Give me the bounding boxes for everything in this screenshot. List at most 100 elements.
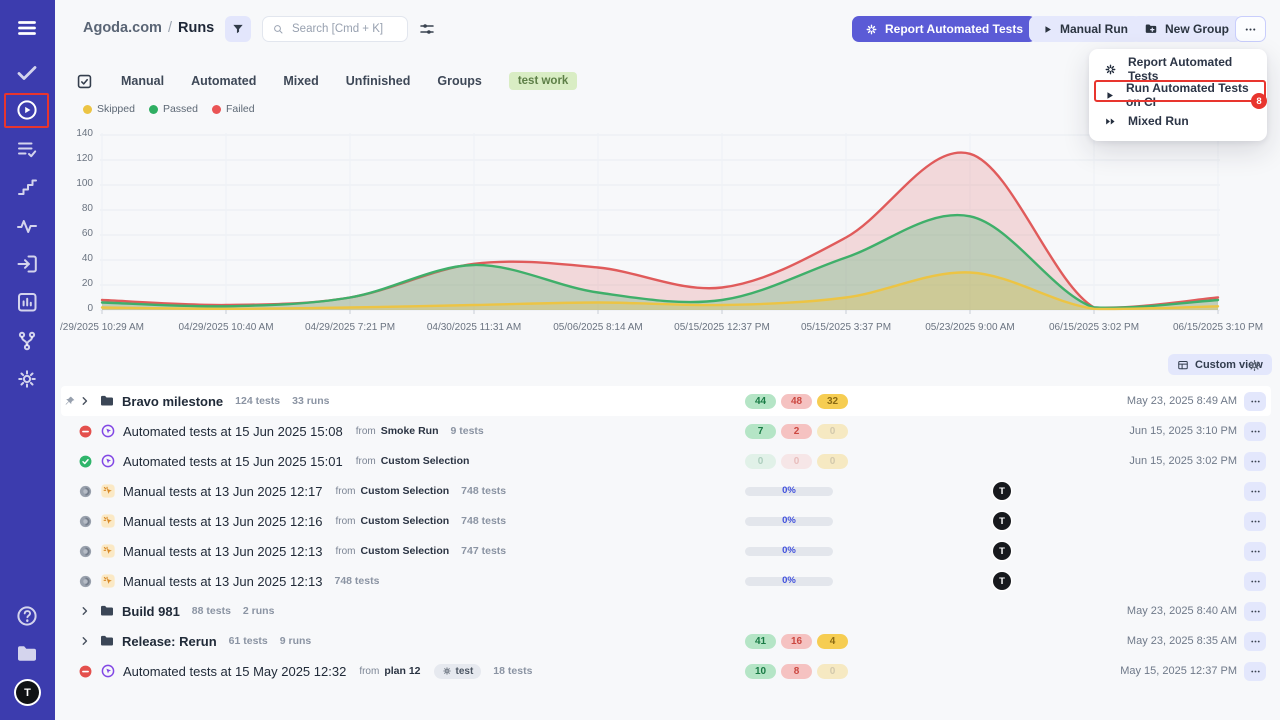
progress-label: 0% (745, 545, 833, 556)
tests-count: 748 tests (334, 575, 379, 587)
import-icon[interactable] (15, 252, 39, 276)
tab-manual[interactable]: Manual (121, 74, 164, 88)
run-row-main: Release: Rerun61 tests9 runs (61, 626, 1271, 656)
runs-play-circle-icon[interactable] (15, 98, 39, 122)
progress-bar: 0% (745, 577, 833, 586)
tab-unfinished[interactable]: Unfinished (346, 74, 411, 88)
failed-count-badge: 16 (781, 634, 812, 649)
run-title: Automated tests at 15 Jun 2025 15:01 (123, 454, 343, 469)
manual-run-icon (100, 483, 116, 499)
run-row[interactable]: Manual tests at 13 Jun 2025 12:13fromCus… (61, 536, 1271, 566)
assignee-avatar[interactable]: T (993, 512, 1011, 530)
y-axis-tick-label: 140 (55, 128, 93, 139)
progress-bar: 0% (745, 517, 833, 526)
new-group-button[interactable]: New Group (1131, 16, 1242, 42)
row-more-button[interactable] (1244, 512, 1266, 531)
row-more-button[interactable] (1244, 572, 1266, 591)
manual-run-label: Manual Run (1060, 22, 1128, 36)
row-more-button[interactable] (1244, 662, 1266, 681)
manual-run-button[interactable]: Manual Run (1029, 16, 1141, 42)
breadcrumb-project[interactable]: Agoda.com (83, 20, 162, 36)
filter-button[interactable] (225, 16, 251, 42)
run-row[interactable]: Manual tests at 13 Jun 2025 12:16fromCus… (61, 506, 1271, 536)
tests-count: 748 tests (461, 485, 506, 497)
tests-count: 88 tests (192, 605, 231, 617)
run-row[interactable]: Automated tests at 15 Jun 2025 15:01from… (61, 446, 1271, 476)
more-actions-button[interactable] (1235, 16, 1266, 42)
pin-icon[interactable] (64, 395, 76, 407)
chevron-right-icon[interactable] (78, 604, 92, 618)
menu-item-run-automated-tests-on-ci[interactable]: Run Automated Tests on CI (1089, 82, 1267, 108)
search-box[interactable] (262, 16, 408, 42)
passed-count-badge: 44 (745, 394, 776, 409)
assignee-avatar[interactable]: T (993, 542, 1011, 560)
run-row[interactable]: Manual tests at 13 Jun 2025 12:13 748 tes… (61, 566, 1271, 596)
milestones-steps-icon[interactable] (15, 175, 39, 199)
play-icon (1042, 24, 1053, 35)
search-input[interactable] (290, 22, 398, 36)
tab-automated[interactable]: Automated (191, 74, 256, 88)
runs-count: 33 runs (292, 395, 329, 407)
run-row-main: Manual tests at 13 Jun 2025 12:13fromCus… (61, 536, 1271, 566)
manual-run-icon (100, 513, 116, 529)
row-more-button[interactable] (1244, 392, 1266, 411)
search-icon (272, 23, 284, 35)
sliders-icon[interactable] (418, 20, 436, 38)
run-row[interactable]: Automated tests at 15 May 2025 12:32from… (61, 656, 1271, 686)
manual-run-icon (100, 573, 116, 589)
run-row[interactable]: Automated tests at 15 Jun 2025 15:08from… (61, 416, 1271, 446)
row-more-button[interactable] (1244, 632, 1266, 651)
row-more-button[interactable] (1244, 542, 1266, 561)
result-badges: 444832 (745, 394, 848, 409)
run-title: Manual tests at 13 Jun 2025 12:13 (123, 574, 322, 589)
runs-count: 2 runs (243, 605, 275, 617)
select-runs-icon[interactable] (75, 72, 94, 91)
tab-mixed[interactable]: Mixed (283, 74, 318, 88)
run-group-row[interactable]: Build 98188 tests2 runsMay 23, 2025 8:40… (61, 596, 1271, 626)
assignee-avatar[interactable]: T (993, 482, 1011, 500)
row-more-button[interactable] (1244, 482, 1266, 501)
spark-gear-icon (1104, 63, 1117, 76)
plans-list-check-icon[interactable] (15, 137, 39, 161)
tag-badge-test-work[interactable]: test work (509, 72, 578, 90)
assignee-avatar[interactable]: T (993, 572, 1011, 590)
result-badges: 41164 (745, 634, 848, 649)
menu-item-report-automated-tests[interactable]: Report Automated Tests (1089, 56, 1267, 82)
projects-folder-icon[interactable] (15, 642, 39, 666)
run-group-row[interactable]: Release: Rerun61 tests9 runs41164 May 23,… (61, 626, 1271, 656)
menu-icon[interactable] (15, 16, 39, 40)
sidebar: T (0, 0, 55, 720)
settings-gear-icon[interactable] (15, 367, 39, 391)
branches-icon[interactable] (15, 329, 39, 353)
tab-groups[interactable]: Groups (437, 74, 481, 88)
failed-count-badge: 48 (781, 394, 812, 409)
tests-check-icon[interactable] (15, 60, 39, 84)
row-more-button[interactable] (1244, 422, 1266, 441)
progress-label: 0% (745, 485, 833, 496)
failed-count-badge: 8 (781, 664, 812, 679)
chevron-right-icon[interactable] (78, 634, 92, 648)
run-group-row[interactable]: Bravo milestone124 tests33 runs444832May… (61, 386, 1271, 416)
chevron-right-icon[interactable] (78, 394, 92, 408)
y-axis-tick-label: 100 (55, 178, 93, 189)
folder-icon (99, 393, 115, 409)
user-avatar[interactable]: T (16, 681, 39, 704)
run-title: Automated tests at 15 Jun 2025 15:08 (123, 424, 343, 439)
activity-pulse-icon[interactable] (15, 214, 39, 238)
row-more-button[interactable] (1244, 602, 1266, 621)
analytics-chart-icon[interactable] (15, 290, 39, 314)
run-title: Manual tests at 13 Jun 2025 12:16 (123, 514, 322, 529)
run-title: Automated tests at 15 May 2025 12:32 (123, 664, 346, 679)
run-row-main: Automated tests at 15 Jun 2025 15:08from… (61, 416, 1271, 446)
play-icon (1104, 90, 1115, 101)
menu-item-mixed-run[interactable]: Mixed Run (1089, 108, 1267, 134)
help-icon[interactable] (15, 604, 39, 628)
from-source: Custom Selection (360, 485, 449, 497)
run-date: May 23, 2025 8:35 AM (1127, 635, 1237, 647)
report-automated-tests-button[interactable]: Report Automated Tests (852, 16, 1036, 42)
run-row[interactable]: Manual tests at 13 Jun 2025 12:17fromCus… (61, 476, 1271, 506)
menu-item-label: Run Automated Tests on CI (1126, 81, 1252, 109)
breadcrumb: Agoda.com / Runs (83, 20, 214, 36)
view-settings-gear-icon[interactable] (1247, 358, 1262, 373)
row-more-button[interactable] (1244, 452, 1266, 471)
